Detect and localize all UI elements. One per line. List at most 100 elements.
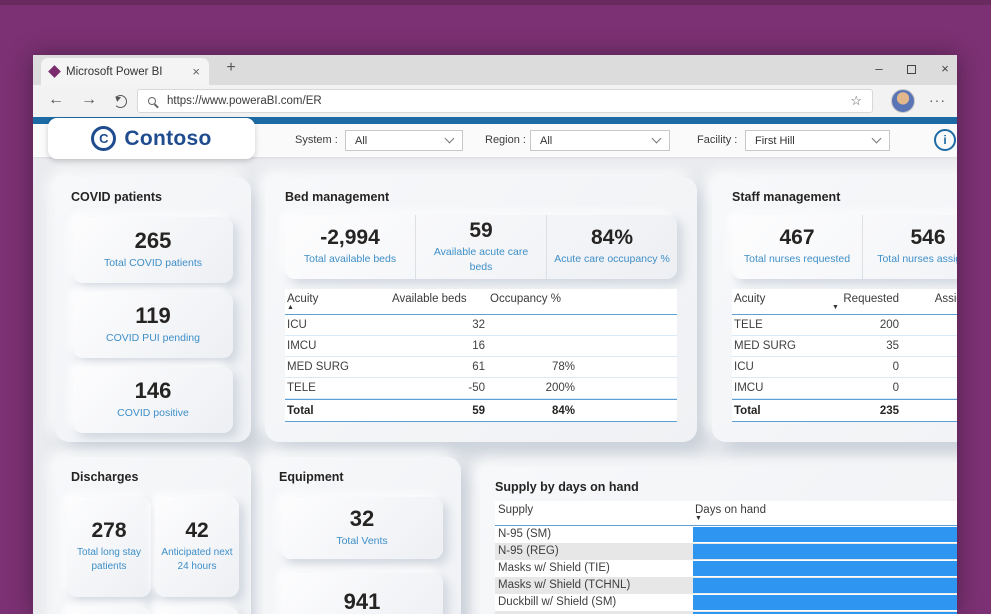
powerbi-favicon-icon	[48, 65, 61, 78]
kpi-label: COVID PUI pending	[101, 331, 205, 346]
forward-icon[interactable]: →	[81, 91, 97, 109]
supply-row[interactable]: Masks w/ Shield (TIE)	[495, 560, 957, 577]
system-filter-select[interactable]: All	[345, 130, 463, 151]
table-row[interactable]: ICU 0 0	[732, 357, 957, 378]
new-tab-button[interactable]: +	[221, 59, 241, 77]
card-title: COVID patients	[71, 190, 162, 204]
info-icon[interactable]: i	[934, 129, 956, 151]
cell-assigned: 46	[899, 340, 957, 352]
profile-avatar[interactable]	[891, 89, 915, 113]
kpi-value: 941	[344, 590, 381, 614]
card-title: Bed management	[285, 190, 389, 204]
favorite-star-icon[interactable]: ☆	[850, 93, 862, 109]
kpi-tile: 265 Total COVID patients	[73, 217, 233, 283]
table-row[interactable]: TELE 200 300	[732, 315, 957, 336]
back-icon[interactable]: ←	[48, 91, 64, 109]
cell-acuity: IMCU	[734, 382, 763, 394]
supply-bar	[693, 561, 957, 576]
column-header[interactable]: Occupancy %	[490, 293, 561, 305]
tab-close-icon[interactable]: ×	[192, 64, 200, 79]
cell-acuity: ICU	[734, 361, 754, 373]
column-header[interactable]: Available beds	[392, 293, 467, 305]
window-minimize-button[interactable]: –	[871, 61, 887, 76]
kpi-strip: 467 Total nurses requested 546 Total nur…	[732, 215, 957, 279]
card-title: Staff management	[732, 190, 840, 204]
table-row[interactable]: TELE -50 200%	[285, 378, 677, 399]
kpi-label: Available acute care beds	[416, 245, 546, 275]
column-header[interactable]: Supply	[498, 504, 533, 516]
kpi-value: 32	[350, 507, 374, 531]
cell-total-label: Total	[734, 405, 761, 417]
region-filter-value: All	[540, 135, 552, 147]
facility-filter-value: First Hill	[755, 135, 795, 147]
sort-desc-icon: ▼	[832, 304, 839, 311]
region-filter-select[interactable]: All	[530, 130, 670, 151]
supply-bar	[693, 544, 957, 559]
supply-card: Supply by days on hand Supply Days on ha…	[480, 467, 957, 614]
kpi-section: 59 Available acute care beds	[415, 215, 546, 279]
window-close-button[interactable]: ×	[937, 61, 953, 76]
tab-title: Microsoft Power BI	[66, 66, 185, 78]
sort-asc-icon: ▲	[287, 304, 294, 311]
supply-row[interactable]: Masks w/ Shield (TCHNL)	[495, 577, 957, 594]
table-row[interactable]: MED SURG 35 46	[732, 336, 957, 357]
cell-total-occupancy: 84%	[485, 405, 575, 417]
chevron-down-icon	[872, 134, 882, 144]
more-options-icon[interactable]: ···	[929, 92, 946, 108]
cell-requested: 200	[822, 319, 899, 331]
cell-total-assigned: 346	[899, 405, 957, 417]
facility-filter-select[interactable]: First Hill	[745, 130, 890, 151]
kpi-value: 42	[185, 519, 208, 542]
table-header-row: Acuity Requested ▼ Assigned	[732, 289, 957, 315]
bed-table: Acuity ▲ Available beds Occupancy % ICU …	[285, 289, 677, 422]
supply-bar	[693, 578, 957, 593]
column-header[interactable]: Acuity	[734, 293, 765, 305]
table-row[interactable]: MED SURG 61 78%	[285, 357, 677, 378]
cell-occupancy: 200%	[485, 382, 575, 394]
url-text[interactable]: https://www.poweraBI.com/ER	[167, 95, 322, 107]
kpi-value: 146	[135, 379, 172, 403]
supply-name: Masks w/ Shield (TIE)	[498, 562, 610, 574]
logo-card: C Contoso	[48, 118, 255, 159]
kpi-label: Total available beds	[299, 252, 401, 267]
kpi-value: 265	[135, 229, 172, 253]
supply-row[interactable]: Duckbill w/ Shield (SM)	[495, 594, 957, 611]
kpi-value: 119	[135, 304, 171, 328]
column-header[interactable]: Assigned	[899, 293, 957, 305]
system-filter-label: System :	[295, 134, 338, 146]
cell-acuity: MED SURG	[287, 361, 349, 373]
kpi-section: 467 Total nurses requested	[732, 215, 862, 279]
sort-desc-icon: ▼	[695, 515, 702, 522]
kpi-value: 84%	[591, 226, 633, 249]
kpi-value: 59	[469, 219, 492, 242]
facility-filter-label: Facility :	[697, 134, 737, 146]
cell-assigned: 0	[899, 382, 957, 394]
kpi-label: Total nurses assigned	[872, 252, 957, 267]
supply-row[interactable]: N-95 (SM)	[495, 526, 957, 543]
cell-available-beds: 32	[390, 319, 485, 331]
browser-tab[interactable]: Microsoft Power BI ×	[41, 58, 209, 85]
refresh-icon[interactable]	[114, 95, 127, 108]
cell-assigned: 0	[899, 361, 957, 373]
kpi-value: 278	[91, 519, 126, 542]
kpi-tile	[67, 607, 151, 614]
table-row[interactable]: ICU 32	[285, 315, 677, 336]
column-header[interactable]: Days on hand	[695, 504, 766, 516]
tab-strip: Microsoft Power BI × + – ×	[33, 55, 957, 85]
dashboard-page: System : All Region : All Facility : Fir…	[33, 117, 957, 614]
kpi-label: Anticipated next 24 hours	[155, 546, 239, 575]
kpi-tile: 42 Anticipated next 24 hours	[155, 497, 239, 597]
table-total-row: Total 235 346	[732, 399, 957, 422]
kpi-strip: -2,994 Total available beds 59 Available…	[285, 215, 677, 279]
window-maximize-button[interactable]	[907, 65, 916, 74]
table-header-row: Supply Days on hand ▼	[495, 501, 957, 526]
table-row[interactable]: IMCU 0 0	[732, 378, 957, 399]
cell-available-beds: 16	[390, 340, 485, 352]
search-icon	[148, 97, 156, 105]
table-total-row: Total 59 84%	[285, 399, 677, 422]
supply-row[interactable]: N-95 (REG)	[495, 543, 957, 560]
cell-assigned: 300	[899, 319, 957, 331]
kpi-tile: 146 COVID positive	[73, 367, 233, 433]
url-bar[interactable]: https://www.poweraBI.com/ER ☆	[137, 89, 873, 113]
table-row[interactable]: IMCU 16	[285, 336, 677, 357]
